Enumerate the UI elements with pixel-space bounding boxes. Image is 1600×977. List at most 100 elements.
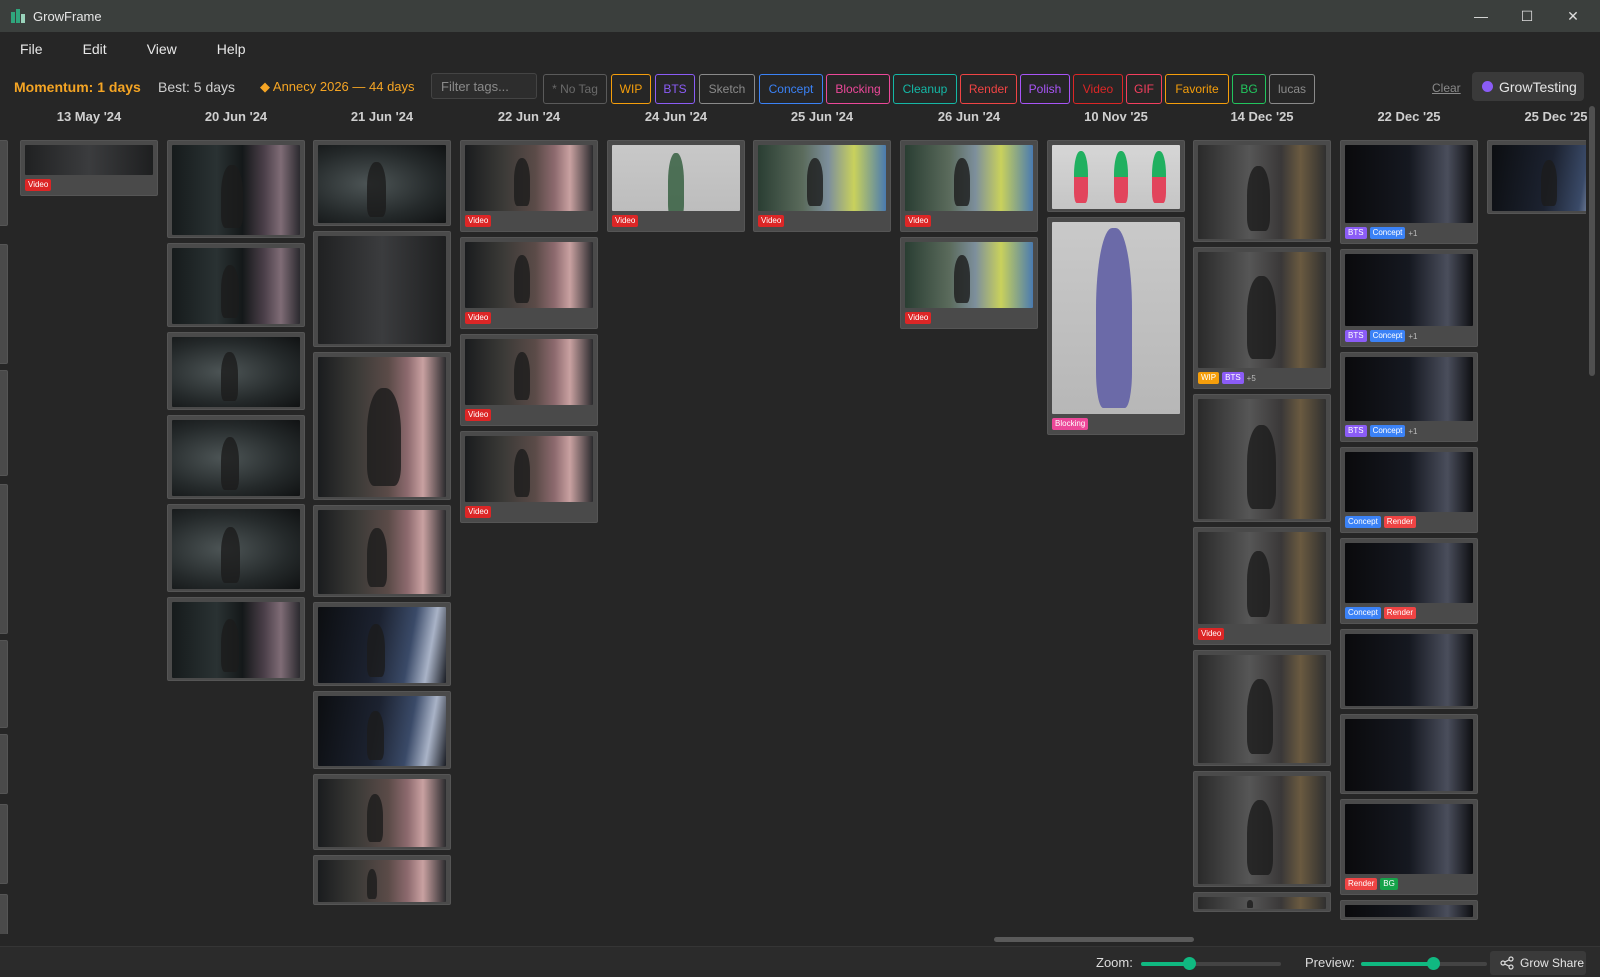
tag-filter-bg[interactable]: BG: [1232, 74, 1266, 104]
tag-badge: Video: [25, 179, 52, 191]
thumbnail-card[interactable]: [0, 734, 8, 794]
thumbnail-image: [1198, 655, 1326, 763]
thumbnail-card[interactable]: [0, 244, 8, 364]
thumbnail-card[interactable]: [0, 640, 8, 728]
tag-filter-blocking[interactable]: Blocking: [826, 74, 890, 104]
thumbnail-card[interactable]: BTS Concept +1: [1340, 140, 1478, 244]
clear-filters-link[interactable]: Clear: [1432, 81, 1461, 95]
tag-badge: Render: [1345, 878, 1378, 890]
character-figure: [1246, 425, 1277, 510]
tag-filter-gif[interactable]: GIF: [1126, 74, 1162, 104]
tag-list: Render BG: [1345, 878, 1398, 890]
thumbnail-card[interactable]: [1340, 900, 1478, 920]
thumbnail-card[interactable]: Video: [900, 237, 1038, 329]
thumbnail-card[interactable]: [313, 231, 451, 347]
zoom-slider-handle[interactable]: [1182, 957, 1196, 970]
thumbnail-card[interactable]: [1193, 650, 1331, 766]
thumbnail-card[interactable]: [167, 140, 305, 238]
tag-filter-video[interactable]: Video: [1073, 74, 1123, 104]
filter-tags-input[interactable]: [431, 73, 537, 99]
thumbnail-card[interactable]: BTS Concept +1: [1340, 352, 1478, 442]
thumbnail-card[interactable]: Blocking: [1047, 217, 1185, 435]
tag-filter-render[interactable]: Render: [960, 74, 1017, 104]
thumbnail-card[interactable]: [1193, 140, 1331, 242]
thumbnail-image: [1198, 532, 1326, 624]
character-figure: [220, 352, 238, 402]
thumbnail-card[interactable]: [167, 597, 305, 681]
thumbnail-card[interactable]: [0, 484, 8, 634]
menu-view[interactable]: View: [147, 41, 177, 57]
timeline-grid[interactable]: Video Video Video Video Video Video Video Video…: [0, 134, 1586, 934]
preview-slider[interactable]: [1361, 957, 1487, 970]
thumbnail-card[interactable]: Concept Render: [1340, 538, 1478, 624]
tag-filter-wip[interactable]: WIP: [611, 74, 651, 104]
thumbnail-card[interactable]: Video: [460, 237, 598, 329]
grow-share-button[interactable]: Grow Share: [1490, 951, 1586, 975]
thumbnail-card[interactable]: [0, 370, 8, 476]
minimize-button[interactable]: —: [1458, 0, 1504, 32]
thumbnail-card[interactable]: [0, 894, 8, 934]
thumbnail-card[interactable]: Video: [900, 140, 1038, 232]
thumbnail-card[interactable]: WIP BTS +5: [1193, 247, 1331, 389]
tag-filter-sketch[interactable]: Sketch: [699, 74, 755, 104]
tag-badge: Video: [465, 409, 492, 421]
thumbnail-card[interactable]: [167, 415, 305, 499]
menu-file[interactable]: File: [20, 41, 43, 57]
character-figure: [366, 387, 401, 486]
thumbnail-card[interactable]: [1193, 394, 1331, 522]
thumbnail-card[interactable]: [0, 140, 8, 226]
tag-filter-lucas[interactable]: lucas: [1269, 74, 1315, 104]
user-button[interactable]: GrowTesting: [1472, 72, 1584, 101]
thumbnail-card[interactable]: [313, 691, 451, 769]
character-figure: [1246, 678, 1274, 755]
thumbnail-card[interactable]: Video: [753, 140, 891, 232]
thumbnail-card[interactable]: [313, 855, 451, 905]
close-button[interactable]: ✕: [1550, 0, 1596, 32]
tag-badge: BG: [1380, 878, 1398, 890]
horizontal-scrollbar[interactable]: [994, 937, 1194, 942]
preview-slider-handle[interactable]: [1426, 957, 1440, 970]
menu-edit[interactable]: Edit: [83, 41, 107, 57]
menu-help[interactable]: Help: [217, 41, 246, 57]
thumbnail-card[interactable]: Video: [460, 334, 598, 426]
thumbnail-card[interactable]: [1047, 140, 1185, 212]
thumbnail-card[interactable]: Render BG: [1340, 799, 1478, 895]
thumbnail-image: [318, 510, 446, 594]
zoom-slider[interactable]: [1141, 957, 1281, 970]
thumbnail-card[interactable]: [1340, 629, 1478, 709]
character-figure: [513, 158, 531, 206]
thumbnail-card[interactable]: [1193, 892, 1331, 912]
tag-filter-no-tag[interactable]: * No Tag: [543, 74, 607, 104]
thumbnail-card[interactable]: Video: [607, 140, 745, 232]
thumbnail-card[interactable]: [313, 774, 451, 850]
tag-filter-polish[interactable]: Polish: [1020, 74, 1070, 104]
thumbnail-card[interactable]: [313, 602, 451, 686]
thumbnail-image: [1198, 776, 1326, 884]
thumbnail-card[interactable]: [167, 504, 305, 592]
thumbnail-card[interactable]: Video: [1193, 527, 1331, 645]
thumbnail-card[interactable]: [167, 332, 305, 410]
character-figure: [220, 618, 240, 672]
thumbnail-card[interactable]: [1340, 714, 1478, 794]
thumbnail-card[interactable]: BTS Concept +1: [1340, 249, 1478, 347]
event-countdown: ◆ Annecy 2026 — 44 days: [260, 79, 415, 94]
thumbnail-card[interactable]: [1487, 140, 1586, 214]
thumbnail-card[interactable]: Video: [20, 140, 158, 196]
maximize-button[interactable]: ☐: [1504, 0, 1550, 32]
thumbnail-card[interactable]: [313, 140, 451, 226]
thumbnail-image: [318, 860, 446, 902]
tag-list: Video: [612, 215, 639, 227]
tag-filter-concept[interactable]: Concept: [759, 74, 823, 104]
vertical-scrollbar[interactable]: [1589, 106, 1595, 376]
thumbnail-card[interactable]: [313, 352, 451, 500]
thumbnail-card[interactable]: [167, 243, 305, 327]
thumbnail-card[interactable]: [1193, 771, 1331, 887]
thumbnail-card[interactable]: [0, 804, 8, 884]
tag-filter-favorite[interactable]: Favorite: [1165, 74, 1229, 104]
thumbnail-card[interactable]: [313, 505, 451, 597]
tag-filter-cleanup[interactable]: Cleanup: [893, 74, 957, 104]
tag-filter-bts[interactable]: BTS: [655, 74, 695, 104]
thumbnail-card[interactable]: Video: [460, 431, 598, 523]
thumbnail-card[interactable]: Video: [460, 140, 598, 232]
thumbnail-card[interactable]: Concept Render: [1340, 447, 1478, 533]
